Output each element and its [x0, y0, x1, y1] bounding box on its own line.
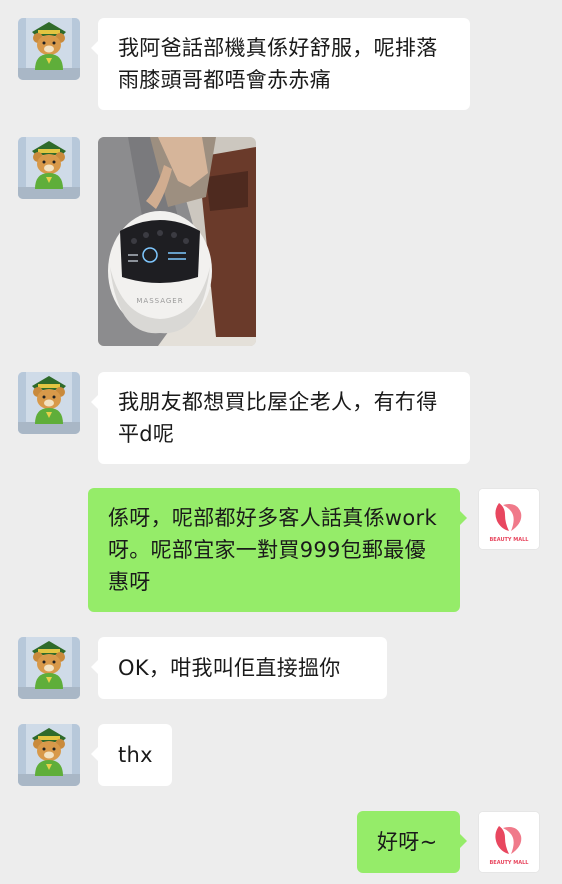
brand-text: BEAUTY MALL: [490, 537, 530, 543]
beauty-mall-logo-icon: BEAUTY MALL: [479, 812, 539, 872]
beauty-mall-logo-icon: BEAUTY MALL: [479, 489, 539, 549]
massager-photo[interactable]: MASSAGER: [98, 137, 256, 346]
message-text: 我阿爸話部機真係好舒服，呢排落雨膝頭哥都唔會赤赤痛: [118, 36, 438, 92]
contact-avatar[interactable]: [18, 724, 80, 786]
message-bubble-outgoing[interactable]: 好呀~: [357, 811, 467, 873]
message-text: 好呀~: [377, 830, 438, 854]
contact-avatar[interactable]: [18, 18, 80, 80]
message-text: thx: [118, 743, 153, 767]
product-label: MASSAGER: [136, 297, 183, 305]
message-text: 係呀，呢部都好多客人話真係work呀。呢部宜家一對買999包郵最優惠呀: [108, 506, 437, 594]
bear-avatar-icon: [18, 372, 80, 434]
bear-avatar-icon: [18, 724, 80, 786]
message-bubble-incoming[interactable]: thx: [91, 724, 172, 786]
bear-avatar-icon: [18, 137, 80, 199]
bear-avatar-icon: [18, 637, 80, 699]
message-bubble-incoming[interactable]: 我阿爸話部機真係好舒服，呢排落雨膝頭哥都唔會赤赤痛: [91, 18, 470, 110]
contact-avatar[interactable]: [18, 137, 80, 199]
message-bubble-outgoing[interactable]: 係呀，呢部都好多客人話真係work呀。呢部宜家一對買999包郵最優惠呀: [88, 488, 467, 612]
brand-text: BEAUTY MALL: [490, 860, 530, 866]
message-text: OK，咁我叫佢直接搵你: [118, 656, 341, 680]
contact-avatar[interactable]: [18, 372, 80, 434]
bear-avatar-icon: [18, 18, 80, 80]
self-avatar[interactable]: BEAUTY MALL: [478, 811, 540, 873]
message-bubble-incoming[interactable]: 我朋友都想買比屋企老人，有冇得平d呢: [91, 372, 470, 464]
message-bubble-incoming[interactable]: OK，咁我叫佢直接搵你: [91, 637, 387, 699]
message-text: 我朋友都想買比屋企老人，有冇得平d呢: [118, 390, 438, 446]
contact-avatar[interactable]: [18, 637, 80, 699]
self-avatar[interactable]: BEAUTY MALL: [478, 488, 540, 550]
